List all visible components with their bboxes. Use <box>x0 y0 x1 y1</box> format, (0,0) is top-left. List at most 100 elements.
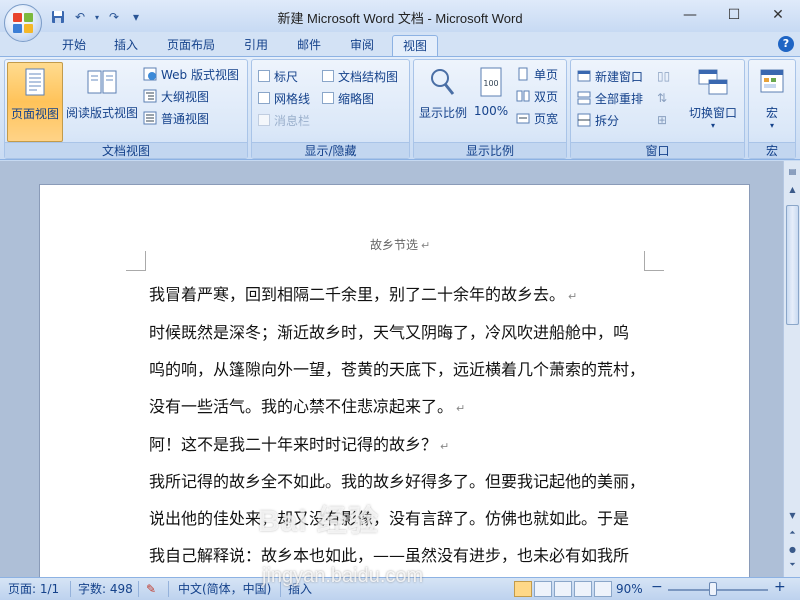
select-browse-object-icon[interactable]: ● <box>785 541 800 557</box>
zoom-in-icon[interactable]: + <box>774 579 786 596</box>
ribbon-tabs: 开始 插入 页面布局 引用 邮件 审阅 视图 ? <box>0 32 800 56</box>
outline-view-icon <box>143 89 157 103</box>
text-line-content: 我自己解释说：故乡本也如此，——虽然没有进步，也未必有如我所 <box>149 546 630 565</box>
minimize-button[interactable]: — <box>668 0 712 30</box>
paragraph-mark-icon: ↵ <box>421 239 431 252</box>
word-count[interactable]: 字数: 498 <box>78 581 133 598</box>
web-view-status-icon[interactable] <box>554 581 572 597</box>
document-page[interactable]: 故乡节选 ↵ 我冒着严寒，回到相隔二千余里，别了二十余年的故乡去。 ↵ 时候既然是深… <box>39 184 750 577</box>
text-line[interactable]: 我冒着严寒，回到相隔二千余里，别了二十余年的故乡去。 ↵ <box>149 281 577 305</box>
tab-references[interactable]: 引用 <box>236 35 276 56</box>
switch-windows-icon <box>698 69 728 95</box>
gridlines-checkbox[interactable]: 网格线 <box>258 88 310 108</box>
two-pages-icon <box>516 90 530 102</box>
new-window-icon <box>577 70 591 82</box>
arrange-all-icon <box>577 91 591 105</box>
web-view-button[interactable]: Web 版式视图 <box>143 64 239 84</box>
gridlines-check-box[interactable] <box>258 92 270 104</box>
text-line[interactable]: 说出他的佳处来，却又没有影像，没有言辞了。仿佛也就如此。于是 <box>149 505 629 529</box>
document-map-checkbox[interactable]: 文档结构图 <box>322 66 398 86</box>
tab-insert[interactable]: 插入 <box>104 35 148 56</box>
page-view-button[interactable]: 页面视图 <box>7 62 63 142</box>
text-line-content: 时候既然是深冬；渐近故乡时，天气又阴晦了，冷风吹进船舱中，呜 <box>149 323 630 342</box>
insert-mode[interactable]: 插入 <box>288 581 312 598</box>
paragraph-mark-icon: ↵ <box>456 402 466 415</box>
synchronous-scrolling-icon[interactable]: ⇅ <box>657 88 667 108</box>
page-view-status-icon[interactable] <box>514 581 532 597</box>
ruler-check-box[interactable] <box>258 70 270 82</box>
document-map-check-box[interactable] <box>322 70 334 82</box>
view-side-by-side-icon[interactable]: ▯▯ <box>657 66 670 86</box>
zoom-slider-thumb[interactable] <box>709 582 717 596</box>
zoom-slider[interactable] <box>668 589 768 591</box>
two-pages-label: 双页 <box>534 89 559 104</box>
zoom-100-icon: 100 <box>480 67 502 97</box>
zoom-100-button[interactable]: 100 100% <box>472 62 510 142</box>
office-button[interactable] <box>4 4 42 42</box>
close-button[interactable]: ✕ <box>756 0 800 30</box>
outline-view-button[interactable]: 大纲视图 <box>143 86 209 106</box>
previous-page-icon[interactable]: ⏶ <box>785 525 800 541</box>
text-line[interactable]: 没有一些活气。我的心禁不住悲凉起来了。 ↵ <box>149 393 465 417</box>
restore-button[interactable]: ☐ <box>712 0 756 30</box>
draft-view-label: 普通视图 <box>161 111 210 126</box>
group-document-views: 页面视图 阅读版式视图 Web 版式视图 大纲视图 普通视图 文档视图 <box>4 59 248 159</box>
arrange-all-button[interactable]: 全部重排 <box>577 88 643 108</box>
switch-windows-dropdown-icon: ▾ <box>710 121 715 130</box>
scroll-up-icon[interactable]: ▲ <box>785 181 800 197</box>
draft-view-button[interactable]: 普通视图 <box>143 108 209 128</box>
zoom-out-icon[interactable]: − <box>651 579 663 596</box>
text-line[interactable]: 阿！这不是我二十年来时时记得的故乡？ ↵ <box>149 431 449 455</box>
scrollbar-thumb[interactable] <box>786 205 799 325</box>
tab-review[interactable]: 审阅 <box>340 35 384 56</box>
message-bar-label: 消息栏 <box>274 113 311 128</box>
proofing-icon[interactable]: ✎ <box>146 581 156 598</box>
text-line-content: 我所记得的故乡全不如此。我的故乡好得多了。但要我记起他的美丽， <box>149 472 646 491</box>
reading-view-status-icon[interactable] <box>534 581 552 597</box>
text-line[interactable]: 我自己解释说：故乡本也如此，——虽然没有进步，也未必有如我所 <box>149 542 629 566</box>
outline-view-status-icon[interactable] <box>574 581 592 597</box>
tab-home[interactable]: 开始 <box>52 35 96 56</box>
group-label-zoom: 显示比例 <box>414 142 566 158</box>
page-header[interactable]: 故乡节选 ↵ <box>370 236 430 253</box>
split-button[interactable]: 拆分 <box>577 110 619 130</box>
switch-windows-button[interactable]: 切换窗口 ▾ <box>683 62 743 142</box>
message-bar-checkbox: 消息栏 <box>258 110 310 130</box>
reset-window-position-icon[interactable]: ⊞ <box>657 110 667 130</box>
next-page-icon[interactable]: ⏷ <box>785 557 800 573</box>
status-separator <box>280 581 281 597</box>
tab-mailings[interactable]: 邮件 <box>288 35 330 56</box>
ruler-toggle-icon[interactable]: ▤ <box>785 163 800 179</box>
tab-view[interactable]: 视图 <box>392 35 438 56</box>
text-line[interactable]: 我所记得的故乡全不如此。我的故乡好得多了。但要我记起他的美丽， <box>149 468 645 492</box>
thumbnails-check-box[interactable] <box>322 92 334 104</box>
text-line[interactable]: 呜的响，从篷隙向外一望，苍黄的天底下，远近横着几个萧索的荒村， <box>149 356 645 380</box>
new-window-button[interactable]: 新建窗口 <box>577 66 643 86</box>
text-line-content: 我冒着严寒，回到相隔二千余里，别了二十余年的故乡去。 <box>149 285 566 304</box>
one-page-icon <box>518 67 528 81</box>
page-width-button[interactable]: 页宽 <box>516 108 558 128</box>
office-logo-icon <box>13 13 33 33</box>
language-indicator[interactable]: 中文(简体，中国) <box>178 581 271 598</box>
ruler-checkbox[interactable]: 标尺 <box>258 66 298 86</box>
tab-page-layout[interactable]: 页面布局 <box>158 35 224 56</box>
scroll-down-icon[interactable]: ▼ <box>785 507 800 523</box>
thumbnails-checkbox[interactable]: 缩略图 <box>322 88 374 108</box>
reading-view-icon <box>87 70 117 94</box>
zoom-level[interactable]: 90% <box>616 581 643 598</box>
draft-view-status-icon[interactable] <box>594 581 612 597</box>
page-width-label: 页宽 <box>534 111 559 126</box>
page-count[interactable]: 页面: 1/1 <box>8 581 59 598</box>
two-pages-button[interactable]: 双页 <box>516 86 558 106</box>
text-line[interactable]: 时候既然是深冬；渐近故乡时，天气又阴晦了，冷风吹进船舱中，呜 <box>149 319 629 343</box>
one-page-button[interactable]: 单页 <box>516 64 558 84</box>
group-label-document-views: 文档视图 <box>5 142 247 158</box>
title-bar: ↶ ▾ ↷ ▾ 新建 Microsoft Word 文档 - Microsoft… <box>0 0 800 42</box>
document-area[interactable]: 故乡节选 ↵ 我冒着严寒，回到相隔二千余里，别了二十余年的故乡去。 ↵ 时候既然是深… <box>0 161 783 577</box>
vertical-scrollbar[interactable]: ▤ ▲ ▼ ⏶ ● ⏷ <box>783 161 800 577</box>
reading-view-button[interactable]: 阅读版式视图 <box>65 62 139 142</box>
help-icon[interactable]: ? <box>778 36 794 52</box>
zoom-button[interactable]: 显示比例 <box>416 62 470 142</box>
window-controls: — ☐ ✕ <box>668 0 800 30</box>
macros-button[interactable]: 宏 ▾ <box>751 62 793 142</box>
